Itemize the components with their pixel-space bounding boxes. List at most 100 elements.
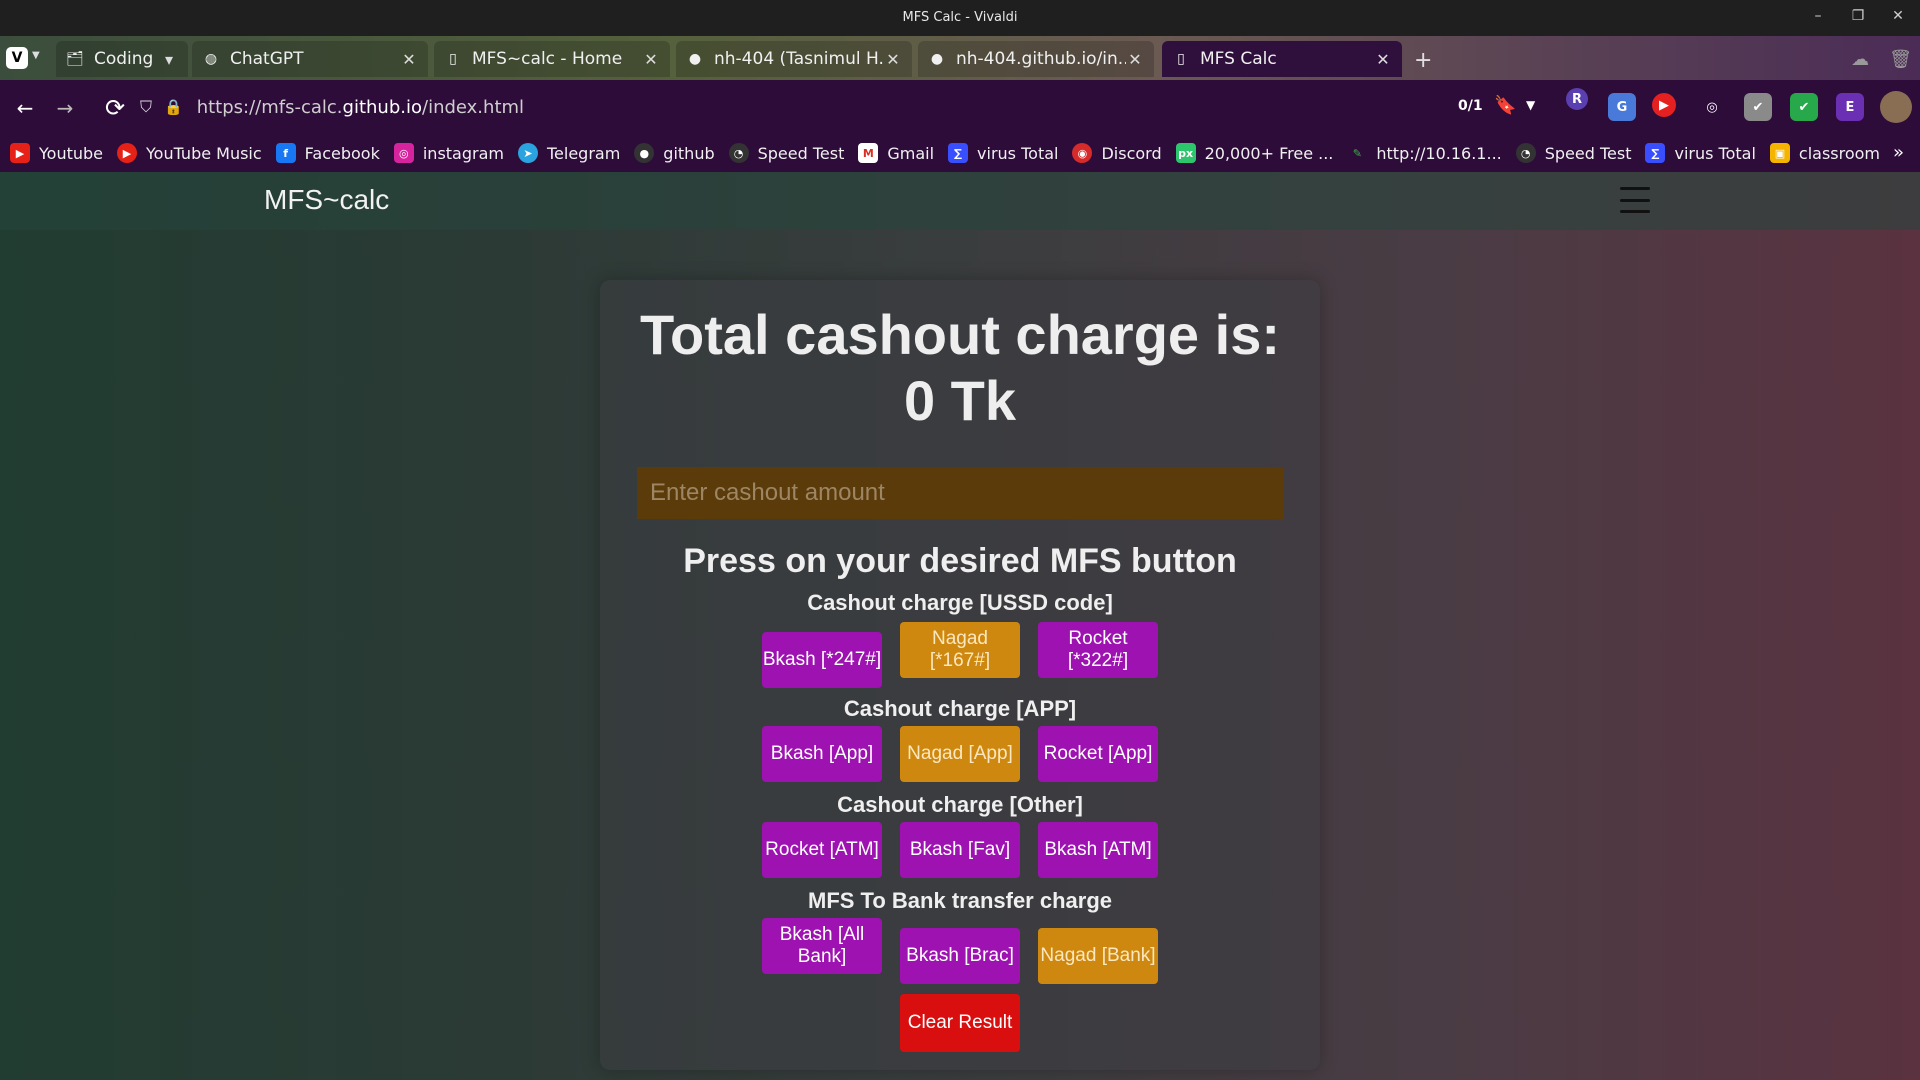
tab-bar: V ▼ 🗂 Coding ▾ ◍ ChatGPT ✕ ▯ MFS~calc - …	[0, 36, 1920, 80]
instruction-heading: Press on your desired MFS button	[683, 542, 1237, 580]
address-field[interactable]: ⛉ 🔒 https://mfs-calc.github.io/index.htm…	[140, 90, 1480, 124]
bookmark-facebook[interactable]: f Facebook	[275, 143, 380, 163]
github-icon: ●	[688, 51, 702, 67]
address-toolbar: ← → ⟳ ⛉ 🔒 https://mfs-calc.github.io/ind…	[0, 80, 1920, 134]
page-content: MFS~calc Total cashout charge is: 0 Tk P…	[0, 172, 1920, 1080]
translate-icon[interactable]: G	[1608, 93, 1636, 121]
bookmark-youtube-music[interactable]: ▶ YouTube Music	[117, 143, 262, 163]
chatgpt-icon: ◍	[204, 51, 218, 67]
close-tab-icon[interactable]: ✕	[642, 50, 660, 69]
bookmark-github[interactable]: ● github	[634, 143, 715, 163]
youtube-extension-icon[interactable]: ▶	[1652, 93, 1676, 117]
forward-icon[interactable]: →	[50, 93, 80, 123]
tab-github-io[interactable]: ● nh-404.github.io/in... ✕	[918, 41, 1154, 77]
bookmark-gmail[interactable]: M Gmail	[858, 143, 934, 163]
result-heading: Total cashout charge is: 0 Tk	[600, 302, 1320, 434]
maximize-icon[interactable]: ❐	[1850, 8, 1866, 24]
bookmark-pixabay[interactable]: px 20,000+ Free ...	[1175, 143, 1333, 163]
rocket-atm-button[interactable]: Rocket [ATM]	[762, 822, 882, 878]
virustotal-icon: ∑	[948, 143, 969, 163]
chevron-down-icon[interactable]: ▼	[32, 50, 40, 61]
more-bookmarks-icon[interactable]: »	[1893, 142, 1904, 163]
bookmarks-bar: ▶ Youtube ▶ YouTube Music f Facebook ◎ insta…	[0, 134, 1920, 172]
bookmark-instagram[interactable]: ◎ instagram	[393, 143, 504, 163]
trash-icon[interactable]: 🗑	[1889, 49, 1912, 70]
vivaldi-menu-icon[interactable]: V	[6, 47, 28, 69]
bookmark-icon[interactable]: 🔖	[1494, 95, 1516, 116]
section-bank-heading: MFS To Bank transfer charge	[808, 888, 1112, 913]
app-button-row: Bkash [App] Nagad [App] Rocket [App]	[762, 726, 1158, 786]
rocket-app-button[interactable]: Rocket [App]	[1038, 726, 1158, 782]
tab-github-profile[interactable]: ● nh-404 (Tasnimul H... ✕	[676, 41, 912, 77]
nagad-app-button[interactable]: Nagad [App]	[900, 726, 1020, 782]
clear-result-button[interactable]: Clear Result	[900, 994, 1020, 1052]
tab-label: ChatGPT	[230, 49, 304, 69]
hamburger-menu-icon[interactable]	[1620, 187, 1650, 213]
bookmark-speed-test-2[interactable]: ◔ Speed Test	[1515, 143, 1631, 163]
back-icon[interactable]: ←	[10, 93, 40, 123]
github-icon: ●	[634, 143, 655, 163]
rocket-ussd-button[interactable]: Rocket [*322#]	[1038, 622, 1158, 678]
bookmark-local-ip[interactable]: ✎ http://10.16.1...	[1347, 143, 1502, 163]
chevron-down-icon[interactable]: ▾	[160, 50, 178, 69]
page-icon: ▯	[449, 51, 457, 67]
section-other-heading: Cashout charge [Other]	[837, 792, 1083, 817]
bank-button-row: Bkash [All Bank] Bkash [Brac] Nagad [Ban…	[762, 918, 1158, 984]
tab-label: MFS~calc - Home	[472, 49, 623, 69]
bookmark-youtube[interactable]: ▶ Youtube	[10, 143, 103, 163]
bookmark-virustotal-2[interactable]: ∑ virus Total	[1645, 143, 1756, 163]
menu-bar	[1620, 210, 1650, 213]
bookmark-discord[interactable]: ◉ Discord	[1072, 143, 1162, 163]
close-tab-icon[interactable]: ✕	[884, 50, 902, 69]
close-window-icon[interactable]: ✕	[1890, 8, 1906, 24]
blocker-counter[interactable]: 0/1	[1458, 98, 1483, 114]
minimize-icon[interactable]: –	[1810, 8, 1826, 24]
bkash-fav-button[interactable]: Bkash [Fav]	[900, 822, 1020, 878]
bkash-atm-button[interactable]: Bkash [ATM]	[1038, 822, 1158, 878]
bookmark-telegram[interactable]: ➤ Telegram	[517, 143, 620, 163]
close-tab-icon[interactable]: ✕	[1374, 50, 1392, 69]
site-brand[interactable]: MFS~calc	[264, 184, 389, 216]
new-tab-icon[interactable]: +	[1414, 48, 1432, 73]
bookmark-virustotal[interactable]: ∑ virus Total	[948, 143, 1058, 163]
tabbar-right: ☁ 🗑	[1851, 49, 1912, 70]
bkash-app-button[interactable]: Bkash [App]	[762, 726, 882, 782]
tab-mfs-calc[interactable]: ▯ MFS Calc ✕	[1162, 41, 1402, 77]
tab-coding[interactable]: 🗂 Coding ▾	[56, 41, 188, 77]
instagram-icon: ◎	[393, 143, 414, 163]
tab-label: nh-404.github.io/in...	[956, 49, 1126, 69]
tab-label: Coding	[94, 49, 154, 69]
cashout-amount-input[interactable]	[637, 467, 1284, 519]
chevron-down-icon[interactable]: ▼	[1526, 98, 1535, 112]
cloud-sync-icon[interactable]: ☁	[1851, 49, 1869, 70]
facebook-icon: f	[275, 143, 296, 163]
bkash-ussd-button[interactable]: Bkash [*247#]	[762, 632, 882, 688]
section-app-heading: Cashout charge [APP]	[843, 696, 1077, 721]
profile-avatar[interactable]	[1880, 91, 1912, 123]
shield-extension-icon[interactable]: ✔	[1744, 93, 1772, 121]
url-text[interactable]: https://mfs-calc.github.io/index.html	[197, 97, 524, 118]
close-tab-icon[interactable]: ✕	[1126, 50, 1144, 69]
tab-chatgpt[interactable]: ◍ ChatGPT ✕	[192, 41, 428, 77]
lock-icon[interactable]: 🔒	[164, 98, 183, 116]
extension-e-icon[interactable]: E	[1836, 93, 1864, 121]
bookmark-classroom[interactable]: ▣ classroom	[1769, 143, 1880, 163]
tab-label: MFS Calc	[1200, 49, 1277, 69]
bkash-brac-button[interactable]: Bkash [Brac]	[900, 928, 1020, 984]
tab-mfs-home[interactable]: ▯ MFS~calc - Home ✕	[434, 41, 670, 77]
reload-icon[interactable]: ⟳	[100, 93, 130, 123]
bookmark-speed-test[interactable]: ◔ Speed Test	[728, 143, 844, 163]
extension-r-icon[interactable]: R	[1566, 88, 1588, 110]
calculator-card: Total cashout charge is: 0 Tk Press on y…	[600, 280, 1320, 1070]
window-title: MFS Calc - Vivaldi	[902, 10, 1018, 25]
nagad-ussd-button[interactable]: Nagad [*167#]	[900, 622, 1020, 678]
nagad-bank-button[interactable]: Nagad [Bank]	[1038, 928, 1158, 984]
speedtest-icon: ◔	[728, 143, 749, 163]
spy-extension-icon[interactable]: ◎	[1698, 93, 1726, 121]
pixabay-icon: px	[1175, 143, 1196, 163]
telegram-icon: ➤	[517, 143, 538, 163]
shield-icon[interactable]: ⛉	[140, 97, 152, 117]
bkash-all-bank-button[interactable]: Bkash [All Bank]	[762, 918, 882, 974]
close-tab-icon[interactable]: ✕	[400, 50, 418, 69]
adblock-extension-icon[interactable]: ✔	[1790, 93, 1818, 121]
